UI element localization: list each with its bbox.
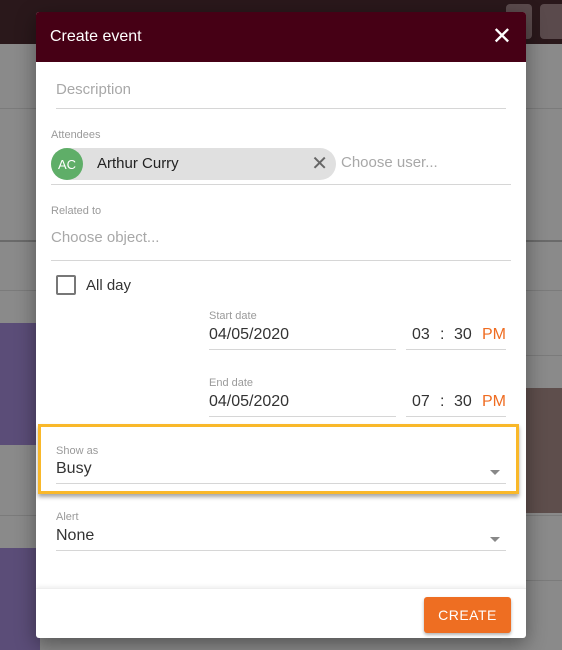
- end-date-underline: [209, 416, 396, 417]
- end-minute[interactable]: 30: [454, 393, 472, 411]
- time-separator: :: [440, 393, 445, 410]
- alert-label: Alert: [56, 511, 79, 523]
- alert-underline: [56, 550, 506, 551]
- start-time-underline: [406, 349, 506, 350]
- start-ampm[interactable]: PM: [482, 326, 506, 344]
- attendee-chip[interactable]: AC Arthur Curry ✕: [51, 148, 336, 180]
- create-button[interactable]: CREATE: [424, 597, 511, 633]
- start-date-input[interactable]: 04/05/2020: [209, 326, 289, 344]
- close-icon[interactable]: ✕: [492, 25, 512, 49]
- show-as-label: Show as: [56, 445, 99, 457]
- chevron-down-icon[interactable]: [490, 470, 500, 475]
- time-separator: :: [440, 326, 445, 343]
- attendees-underline: [51, 184, 511, 185]
- end-ampm[interactable]: PM: [482, 393, 506, 411]
- start-date-underline: [209, 349, 396, 350]
- end-date-label: End date: [209, 377, 254, 389]
- attendee-name: Arthur Curry: [97, 155, 179, 172]
- related-label: Related to: [51, 205, 102, 217]
- show-as-select[interactable]: Busy: [56, 460, 92, 478]
- end-date-input[interactable]: 04/05/2020: [209, 393, 289, 411]
- calendar-event[interactable]: [0, 323, 40, 445]
- choose-user-input[interactable]: Choose user...: [341, 154, 438, 171]
- dialog-footer: CREATE: [36, 588, 526, 638]
- attendees-label: Attendees: [51, 129, 101, 141]
- calendar-event[interactable]: [522, 388, 562, 513]
- dialog-header: Create event ✕: [36, 12, 526, 62]
- calendar-event[interactable]: [0, 548, 40, 650]
- create-event-dialog: Create event ✕ Description Attendees AC …: [36, 12, 526, 638]
- toolbar-button[interactable]: [540, 4, 562, 39]
- dialog-title: Create event: [50, 28, 142, 45]
- all-day-label: All day: [86, 277, 132, 294]
- end-time-underline: [406, 416, 506, 417]
- alert-select[interactable]: None: [56, 527, 94, 545]
- show-as-underline: [56, 483, 506, 484]
- start-hour[interactable]: 03: [412, 326, 430, 344]
- chevron-down-icon[interactable]: [490, 537, 500, 542]
- start-date-label: Start date: [209, 310, 257, 322]
- start-minute[interactable]: 30: [454, 326, 472, 344]
- choose-object-input[interactable]: Choose object...: [51, 229, 159, 246]
- remove-chip-icon[interactable]: ✕: [311, 151, 328, 176]
- all-day-checkbox[interactable]: [56, 275, 76, 295]
- end-hour[interactable]: 07: [412, 393, 430, 411]
- description-underline: [56, 108, 506, 109]
- avatar: AC: [51, 148, 83, 180]
- related-underline: [51, 260, 511, 261]
- description-input[interactable]: Description: [56, 81, 131, 98]
